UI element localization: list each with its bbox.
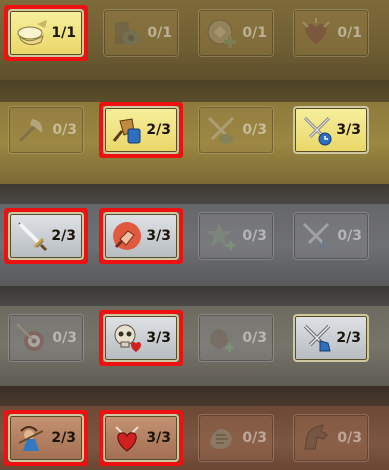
skill-slot[interactable]: 0/1: [293, 9, 369, 57]
helmet-axe-icon: [15, 16, 49, 50]
skill-count: 0/1: [147, 25, 172, 41]
skill-count: 0/3: [337, 430, 362, 446]
engineer-gear-icon: [109, 16, 143, 50]
fist-icon: [110, 219, 144, 253]
sack-plus-icon: [204, 321, 238, 355]
skill-slot[interactable]: 3/3: [103, 212, 179, 260]
skill-slot[interactable]: 0/3: [293, 212, 369, 260]
tier-separator: [0, 80, 389, 102]
skill-slot[interactable]: 3/3: [103, 314, 179, 362]
skill-count: 2/3: [336, 330, 361, 346]
heart-burst-icon: [299, 16, 333, 50]
skill-count: 2/3: [51, 430, 76, 446]
skill-slot[interactable]: 0/3: [198, 212, 274, 260]
skill-count: 0/1: [337, 25, 362, 41]
green-hand-icon: [204, 421, 238, 455]
skill-slot[interactable]: 0/3: [293, 414, 369, 462]
skill-count: 0/3: [242, 122, 267, 138]
shield-plus-icon: [204, 16, 238, 50]
soldier-bow-icon: [15, 421, 49, 455]
star-plus-icon: [204, 219, 238, 253]
blue-shield-hammer-icon: [110, 113, 144, 147]
skill-slot[interactable]: 2/3: [8, 212, 84, 260]
skill-count: 3/3: [146, 430, 171, 446]
skill-slot[interactable]: 3/3: [293, 106, 369, 154]
skill-tree-panel: 1/1 0/1 0/1 0/1 0/3 2/3 0/3 3/3 2/3 3/3 …: [0, 0, 389, 470]
skill-count: 0/3: [52, 330, 77, 346]
crossed-swords-pouch-icon: [204, 113, 238, 147]
skill-slot[interactable]: 3/3: [103, 414, 179, 462]
crossed-swords-clock-icon: [300, 113, 334, 147]
skill-slot[interactable]: 2/3: [103, 106, 179, 154]
skill-slot[interactable]: 0/1: [103, 9, 179, 57]
skill-count: 3/3: [336, 122, 361, 138]
skill-count: 0/3: [337, 228, 362, 244]
skill-count: 0/3: [242, 430, 267, 446]
tier-separator: [0, 184, 389, 204]
skill-slot[interactable]: 0/3: [8, 314, 84, 362]
tier-separator: [0, 286, 389, 306]
sword-icon: [15, 219, 49, 253]
skill-slot[interactable]: 0/3: [8, 106, 84, 154]
skill-slot[interactable]: 2/3: [8, 414, 84, 462]
axe-icon: [14, 113, 48, 147]
target-arrow-icon: [14, 321, 48, 355]
skill-slot[interactable]: 1/1: [8, 9, 84, 57]
skill-count: 3/3: [146, 330, 171, 346]
tier-separator: [0, 386, 389, 406]
crossed-swords-boot-icon: [300, 321, 334, 355]
skill-slot[interactable]: 0/3: [198, 106, 274, 154]
skill-count: 1/1: [51, 25, 76, 41]
skill-slot[interactable]: 0/3: [198, 314, 274, 362]
horse-icon: [299, 421, 333, 455]
crossed-swords-plus-icon: [299, 219, 333, 253]
skill-count: 0/3: [242, 330, 267, 346]
skill-count: 0/3: [52, 122, 77, 138]
skull-heart-icon: [110, 321, 144, 355]
skill-count: 3/3: [146, 228, 171, 244]
skill-count: 0/3: [242, 228, 267, 244]
skill-slot[interactable]: 2/3: [293, 314, 369, 362]
skill-count: 0/1: [242, 25, 267, 41]
skill-slot[interactable]: 0/3: [198, 414, 274, 462]
heart-swords-icon: [110, 421, 144, 455]
skill-count: 2/3: [146, 122, 171, 138]
skill-slot[interactable]: 0/1: [198, 9, 274, 57]
skill-count: 2/3: [51, 228, 76, 244]
